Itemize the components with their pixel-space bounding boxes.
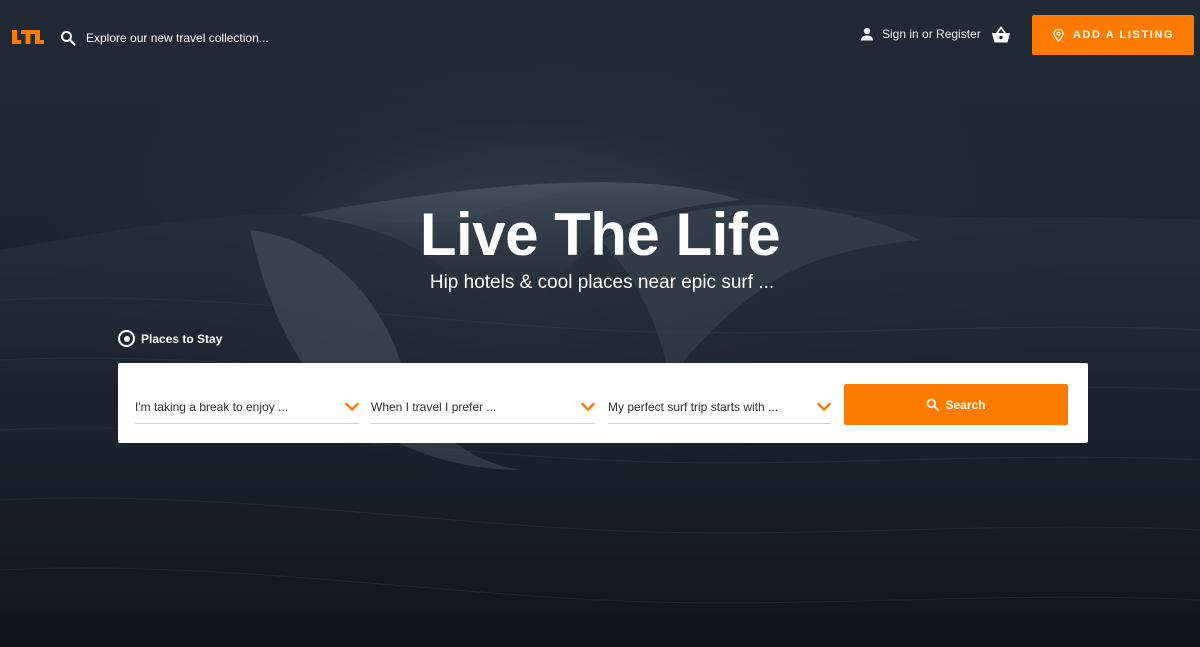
logo-icon[interactable]: [12, 28, 44, 46]
dropdown-value: I'm taking a break to enjoy ...: [135, 400, 289, 414]
location-pin-icon: [1053, 28, 1064, 42]
top-navigation: Explore our new travel collection... Sig…: [0, 0, 1200, 72]
dropdown-value: My perfect surf trip starts with ...: [608, 400, 779, 414]
radio-icon[interactable]: [118, 330, 135, 347]
chevron-down-icon: [345, 402, 359, 411]
hero-subtitle: Hip hotels & cool places near epic surf …: [429, 272, 775, 293]
chevron-down-icon: [581, 402, 595, 411]
user-icon: [861, 27, 873, 41]
dropdown-value: When I travel I prefer ...: [371, 400, 497, 414]
site-search[interactable]: Explore our new travel collection...: [60, 28, 269, 48]
surf-trip-start-dropdown[interactable]: My perfect surf trip starts with ...: [608, 387, 831, 424]
search-input[interactable]: Explore our new travel collection...: [86, 31, 269, 45]
places-to-stay-option[interactable]: Places to Stay: [118, 330, 222, 347]
signin-link[interactable]: Sign in or Register: [860, 27, 981, 41]
add-listing-button[interactable]: ADD A LISTING: [1032, 15, 1194, 55]
signin-label[interactable]: Sign in or Register: [882, 27, 981, 41]
chevron-down-icon: [817, 402, 831, 411]
search-panel: I'm taking a break to enjoy ... When I t…: [118, 363, 1088, 443]
places-to-stay-label: Places to Stay: [141, 331, 223, 346]
hero-section: Explore our new travel collection... Sig…: [0, 0, 1200, 647]
hero-title: Live The Life: [419, 201, 781, 268]
search-button[interactable]: Search: [844, 384, 1068, 425]
search-button-label: Search: [945, 397, 986, 412]
search-icon: [927, 398, 940, 411]
search-icon: [61, 31, 76, 46]
add-listing-label: ADD A LISTING: [1072, 29, 1175, 41]
break-to-enjoy-dropdown[interactable]: I'm taking a break to enjoy ...: [135, 387, 359, 424]
wave-background-image: [0, 181, 1200, 647]
basket-icon[interactable]: [991, 26, 1011, 44]
travel-preference-dropdown[interactable]: When I travel I prefer ...: [371, 387, 595, 424]
